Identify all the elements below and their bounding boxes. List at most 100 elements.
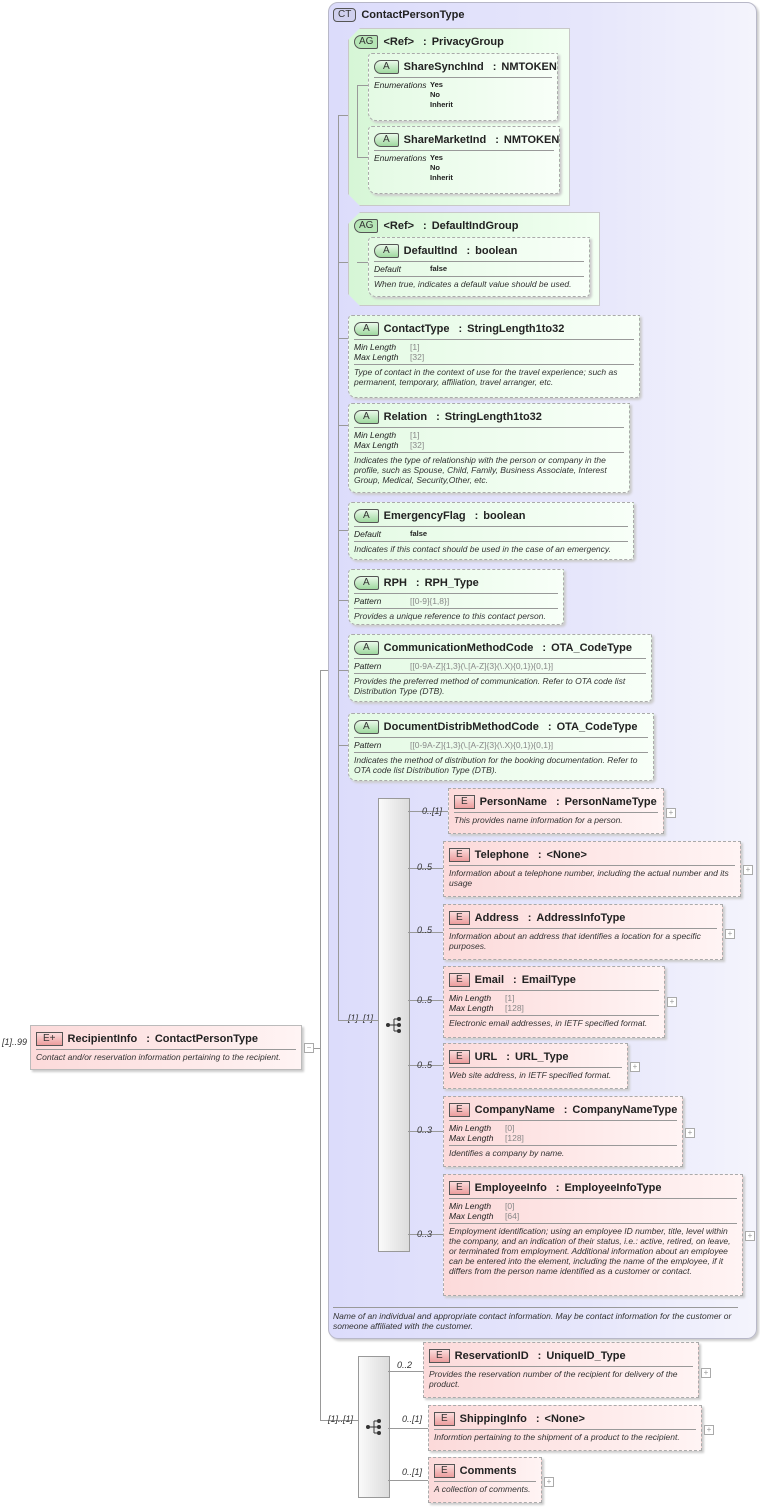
element-address[interactable]: E Address: AddressInfoType Information abou…: [443, 904, 723, 960]
element-email[interactable]: E Email: EmailType Min Length [1] Max Length […: [443, 966, 665, 1038]
element-shippinginfo[interactable]: E ShippingInfo: <None> Informtion pertainin…: [428, 1405, 702, 1451]
node-name: PersonName: [479, 796, 547, 808]
occurrence-label: 0..5: [417, 1060, 433, 1070]
box-body: Min Length [1] Max Length [128] Electronic e…: [449, 990, 659, 1031]
expand-button[interactable]: +: [666, 808, 676, 818]
node-name: RPH: [383, 577, 407, 589]
occurrence-label: 0..[1]: [422, 806, 443, 816]
facet-row: Enumerations Yes No Inherit: [374, 153, 554, 183]
node-name: Email: [474, 974, 505, 986]
facets: Min Length [1] Max Length [32]: [354, 340, 634, 365]
sequence-compositor[interactable]: [358, 1356, 390, 1498]
expand-button[interactable]: +: [630, 1062, 640, 1072]
node-type: DefaultIndGroup: [431, 220, 519, 232]
type-separator: :: [542, 642, 547, 654]
box-body: Enumerations Yes No Inherit: [374, 77, 552, 112]
attribute-defaultind[interactable]: A DefaultInd: boolean Default false When true…: [368, 237, 590, 297]
facet-value: [32]: [410, 352, 425, 362]
connector-line: [338, 115, 339, 1020]
facet-label: Pattern: [354, 596, 382, 606]
expand-button[interactable]: +: [704, 1425, 714, 1435]
element-companyname[interactable]: E CompanyName: CompanyNameType Min Length [0…: [443, 1096, 683, 1167]
attribute-group-badge-icon: AG: [354, 35, 378, 49]
attribute-emergencyflag[interactable]: A EmergencyFlag: boolean Default false Indica…: [348, 502, 634, 560]
element-employeeinfo[interactable]: E EmployeeInfo: EmployeeInfoType Min Length…: [443, 1174, 743, 1296]
node-type: NMTOKEN: [503, 134, 560, 146]
connector-line: [388, 1428, 428, 1429]
description: Information about a telephone number, in…: [449, 868, 729, 888]
node-name: Telephone: [474, 849, 529, 861]
type-separator: :: [146, 1033, 150, 1045]
element-reservationid[interactable]: E ReservationID: UniqueID_Type Provides the…: [423, 1342, 699, 1398]
box-header: A DefaultInd: boolean: [369, 238, 589, 261]
box-body: Pattern [[0-9]{1,8}] Provides a unique ref…: [354, 593, 558, 624]
attribute-badge-icon: A: [354, 576, 379, 590]
box-header: AG <Ref>: PrivacyGroup: [349, 29, 569, 52]
node-name: CommunicationMethodCode: [383, 642, 534, 654]
node-name: CompanyName: [474, 1104, 555, 1116]
node-type: boolean: [483, 510, 526, 522]
element-comments[interactable]: E Comments A collection of comments.: [428, 1457, 542, 1503]
box-body: Min Length [0] Max Length [128] Identifies a…: [449, 1120, 677, 1161]
node-name: RecipientInfo: [67, 1033, 138, 1045]
expand-button[interactable]: +: [667, 997, 677, 1007]
box-header: E Comments: [429, 1458, 541, 1481]
box-header: A RPH: RPH_Type: [349, 570, 563, 593]
type-separator: :: [492, 61, 497, 73]
expand-button[interactable]: +: [743, 865, 753, 875]
expand-button[interactable]: +: [544, 1477, 554, 1487]
connector-line: [338, 262, 348, 263]
attribute-badge-icon: A: [374, 60, 399, 74]
facet-label: Max Length: [354, 440, 399, 450]
element-badge-icon: E: [449, 1103, 470, 1117]
type-separator: :: [537, 1350, 542, 1362]
attribute-communicationmethodcode[interactable]: A CommunicationMethodCode: OTA_CodeType Pat…: [348, 634, 652, 702]
attribute-rph[interactable]: A RPH: RPH_Type Pattern [[0-9]{1,8}] Provides…: [348, 569, 564, 625]
type-separator: :: [415, 577, 420, 589]
node-name: Comments: [459, 1465, 517, 1477]
box-header: A DocumentDistribMethodCode: OTA_CodeType: [349, 714, 653, 737]
box-header: A ShareSynchInd: NMTOKEN: [369, 54, 557, 77]
node-type: OTA_CodeType: [556, 721, 638, 733]
expand-button[interactable]: +: [725, 929, 735, 939]
facet-label: Max Length: [354, 352, 399, 362]
description: Web site address, in IETF specified form…: [449, 1070, 612, 1080]
box-body: Min Length [0] Max Length [64] Employment id…: [449, 1198, 737, 1279]
expand-button[interactable]: +: [685, 1128, 695, 1138]
attribute-relation[interactable]: A Relation: StringLength1to32 Min Length [1]…: [348, 403, 630, 493]
collapse-button[interactable]: −: [304, 1043, 314, 1053]
facet-value: [0]: [505, 1201, 515, 1211]
occurrence-label: 0..3: [417, 1125, 433, 1135]
complex-type-description: Name of an individual and appropriate co…: [333, 1307, 738, 1331]
box-header: E ShippingInfo: <None>: [429, 1406, 701, 1429]
facets: Default false: [354, 527, 628, 542]
facet-label: Min Length: [449, 1123, 492, 1133]
facet-value: Yes No Inherit: [430, 153, 453, 182]
box-body: Pattern [[0-9A-Z]{1,3}(\.[A-Z]{3}(\.X){0,…: [354, 737, 648, 778]
attribute-sharemarketind[interactable]: A ShareMarketInd: NMTOKEN Enumerations Yes N…: [368, 126, 560, 194]
element-personname[interactable]: E PersonName: PersonNameType This provides …: [448, 788, 664, 834]
attribute-contacttype[interactable]: A ContactType: StringLength1to32 Min Length…: [348, 315, 640, 398]
facet-value: [[0-9A-Z]{1,3}(\.[A-Z]{3}(\.X){0,1}){0,1…: [410, 740, 554, 750]
sequence-compositor[interactable]: [378, 798, 410, 1252]
expand-button[interactable]: +: [745, 1231, 755, 1241]
element-telephone[interactable]: E Telephone: <None> Information about a tel…: [443, 841, 741, 897]
node-type: OTA_CodeType: [551, 642, 632, 654]
facet-value: [0]: [505, 1123, 515, 1133]
box-body: Min Length [1] Max Length [32] Type of conta…: [354, 339, 634, 390]
facet-value: [[0-9]{1,8}]: [410, 596, 450, 606]
element-badge-icon: E: [449, 1181, 470, 1195]
occurrence-label: [1]..99: [2, 1037, 28, 1047]
element-url[interactable]: E URL: URL_Type Web site address, in IETF s…: [443, 1043, 628, 1089]
facet-value: false: [410, 529, 428, 538]
facet-row: Min Length [1]: [354, 430, 624, 440]
attribute-documentdistribmethodcode[interactable]: A DocumentDistribMethodCode: OTA_CodeType P…: [348, 713, 654, 781]
root-element-recipientinfo[interactable]: E+ RecipientInfo: ContactPersonType Contact…: [30, 1025, 302, 1070]
expand-button[interactable]: +: [701, 1368, 711, 1378]
element-badge-icon: E: [434, 1412, 455, 1426]
connector-line: [338, 670, 348, 671]
occurrence-label: [1]..[1]: [328, 1414, 354, 1424]
attribute-sharesynchind[interactable]: A ShareSynchInd: NMTOKEN Enumerations Yes No…: [368, 53, 558, 121]
facet-label: Pattern: [354, 740, 382, 750]
connector-line: [320, 670, 328, 671]
